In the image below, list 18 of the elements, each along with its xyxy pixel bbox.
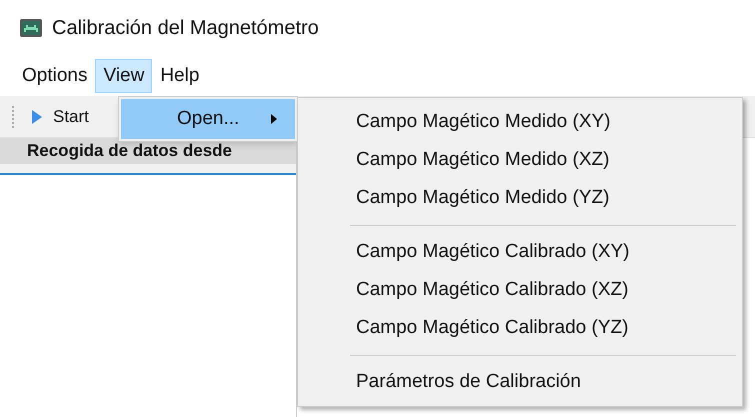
submenu-item[interactable]: Campo Magético Medido (XY) (298, 103, 742, 141)
panel-header-text: Recogida de datos desde (27, 140, 232, 162)
menu-item[interactable]: Help (152, 59, 208, 93)
submenu-item[interactable]: Campo Magético Calibrado (XY) (298, 233, 742, 271)
menu-item[interactable]: Options (14, 59, 96, 93)
window-title: Calibración del Magnetómetro (52, 16, 319, 41)
submenu-item[interactable]: Campo Magético Medido (YZ) (298, 179, 742, 217)
play-icon (31, 108, 43, 124)
submenu-item[interactable]: Campo Magético Calibrado (XZ) (298, 271, 742, 309)
submenu-item[interactable]: Campo Magético Medido (XZ) (298, 141, 742, 179)
app-icon (20, 19, 42, 37)
submenu-arrow-icon (271, 114, 277, 124)
start-button[interactable]: Start (21, 100, 99, 132)
toolbar-grip (12, 106, 15, 128)
open-menu-item[interactable]: Open... (121, 99, 295, 139)
submenu-item[interactable]: Parámetros de Calibración (298, 363, 742, 401)
menu-item[interactable]: View (95, 59, 152, 93)
submenu-item[interactable]: Campo Magético Calibrado (YZ) (298, 309, 742, 347)
